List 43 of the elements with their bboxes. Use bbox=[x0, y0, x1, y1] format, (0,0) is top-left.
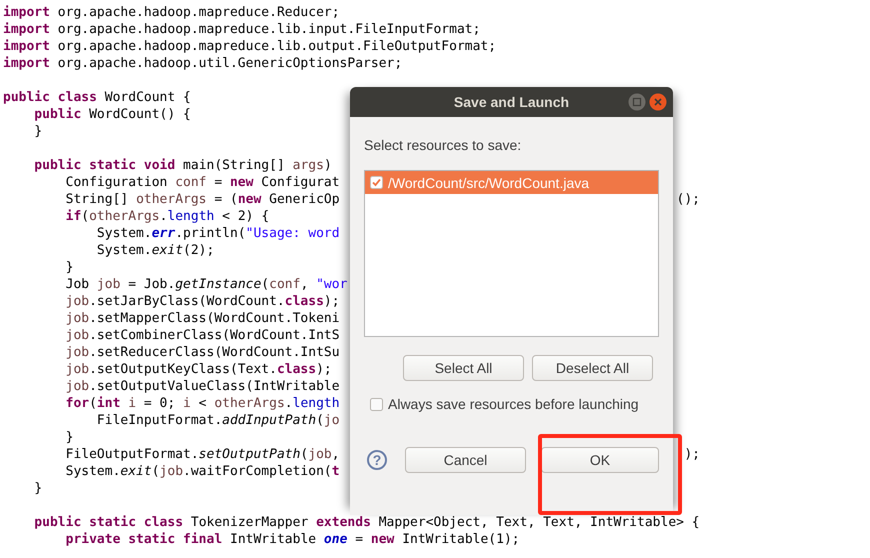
code-line: job.setMapperClass(WordCount.Tokeni bbox=[64, 310, 340, 327]
maximize-button[interactable] bbox=[628, 93, 646, 111]
code-line: job.setCombinerClass(WordCount.IntS bbox=[64, 327, 340, 344]
code-line: if(otherArgs.length < 2) { bbox=[64, 208, 270, 225]
checkbox-label: Always save resources before launching bbox=[388, 396, 639, 412]
close-button[interactable] bbox=[649, 93, 667, 111]
code-line: import org.apache.hadoop.util.GenericOptionsParser; bbox=[3, 55, 402, 72]
help-icon[interactable]: ? bbox=[367, 450, 387, 470]
code-line: public static void main(String[] args) bbox=[33, 157, 332, 174]
code-line: public WordCount() { bbox=[33, 106, 191, 123]
code-line: import org.apache.hadoop.mapreduce.Reducer; bbox=[3, 4, 340, 21]
checkbox[interactable] bbox=[370, 176, 383, 189]
code-line: Configuration conf = new Configurat bbox=[64, 174, 340, 191]
ok-button[interactable]: OK bbox=[541, 447, 659, 473]
code-line: ); bbox=[684, 446, 700, 463]
code-line: System.err.println("Usage: word bbox=[96, 225, 340, 242]
code-line: } bbox=[33, 480, 42, 497]
code-line: private static final IntWritable one = new IntWritable(1); bbox=[64, 531, 520, 548]
list-button[interactable]: Deselect All bbox=[532, 355, 653, 381]
code-line: System.exit(job.waitForCompletion(t bbox=[64, 463, 340, 480]
code-line: public static class TokenizerMapper extends Mapper<Object, Text, Text, IntWritable> { bbox=[33, 514, 700, 531]
code-line: job.setJarByClass(WordCount.class); bbox=[64, 293, 340, 310]
code-line: String[] otherArgs = (new GenericOp bbox=[64, 191, 340, 208]
code-line: job.setOutputKeyClass(Text.class); bbox=[64, 361, 332, 378]
code-line: Job job = Job.getInstance(conf, "wor bbox=[64, 276, 348, 293]
list-button[interactable]: Select All bbox=[403, 355, 524, 381]
checkbox[interactable] bbox=[370, 398, 383, 410]
code-line: (); bbox=[676, 191, 700, 208]
code-line: } bbox=[33, 123, 42, 140]
code-line: public class WordCount { bbox=[3, 89, 191, 106]
code-line: job.setReducerClass(WordCount.IntSu bbox=[64, 344, 340, 361]
window-title: Save and Launch bbox=[454, 94, 570, 110]
code-line: } bbox=[64, 259, 74, 276]
code-line: FileOutputFormat.setOutputPath(job, bbox=[64, 446, 340, 463]
code-line: System.exit(2); bbox=[96, 242, 214, 259]
code-line: import org.apache.hadoop.mapreduce.lib.output.FileOutputFormat; bbox=[3, 38, 496, 55]
code-line: } bbox=[64, 429, 74, 446]
code-line: for(int i = 0; i < otherArgs.length bbox=[64, 395, 340, 412]
code-line: import org.apache.hadoop.mapreduce.lib.input.FileInputFormat; bbox=[3, 21, 480, 38]
code-line: job.setOutputValueClass(IntWritable bbox=[64, 378, 340, 395]
code-line: FileInputFormat.addInputPath(jo bbox=[96, 412, 340, 429]
prompt-label: Select resources to save: bbox=[364, 137, 522, 153]
cancel-button[interactable]: Cancel bbox=[405, 447, 526, 473]
